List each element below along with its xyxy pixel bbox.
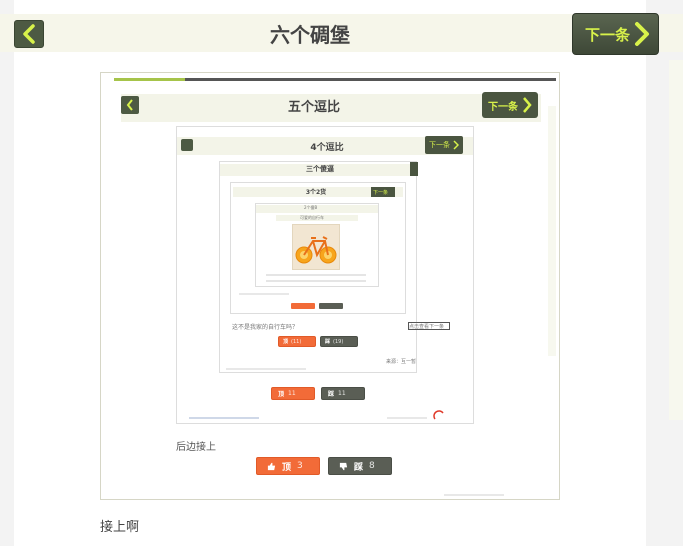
l3-back-button [181,139,193,151]
chevron-right-icon [523,97,532,113]
l5-text-line [239,293,289,295]
l5-next-button: 下一条 [371,187,395,197]
chevron-left-icon [126,99,133,111]
l3-pager [444,494,504,496]
l3-next-button: 下一条 [425,136,463,154]
nested-screenshot-level3: 4个逗比 下一条 三个傻逼 3个2货 下一条 2个傻B 可爱的自行车 这不是我家… [176,126,474,424]
loading-icon [433,410,444,420]
nested-back-button [121,96,139,114]
progress-fill [114,78,186,81]
l6-title: 2个傻B [304,205,318,210]
thumbs-up-icon [267,462,276,470]
nested-screenshot-level4: 三个傻逼 3个2货 下一条 2个傻B 可爱的自行车 这不是我家的自行车吗？ 点击… [219,161,450,373]
l5-caption: 这不是我家的自行车吗？ [232,324,299,331]
l3-vote-up-button: 顶 3 [256,457,320,475]
vote-down-count: (19) [333,338,344,345]
l4-vote-down-button: 踩 11 [321,387,365,400]
vote-down-label: 踩 [325,339,331,345]
orange-bicycle-icon [295,236,337,264]
l5-vote-down [319,303,343,309]
nested-title: 五个逗比 [287,100,340,115]
page-title: 六个碉堡 [270,23,350,47]
nested-next-button: 下一条 [482,92,538,118]
l5-title: 3个2货 [305,189,327,196]
l5-vote-up [291,303,315,309]
next-button[interactable]: 下一条 [572,13,659,55]
thumbs-down-icon [339,462,348,470]
l5-vote-up-button: 顶 (11) [278,336,316,347]
l3-next-label: 下一条 [429,141,450,149]
l4-link-line [189,417,259,419]
l3-title: 4个逗比 [310,143,344,153]
l4-vote-up-button: 顶 11 [271,387,315,400]
l4-next-button [410,162,418,176]
vote-down-label: 踩 [328,391,335,398]
bicycle-image [292,224,340,270]
l6-subtitle: 可爱的自行车 [300,215,324,220]
vote-down-label: 踩 [354,462,364,473]
vote-up-label: 顶 [282,462,292,473]
post-image[interactable]: 五个逗比 下一条 4个逗比 下一条 三个傻逼 3个2货 下一条 2个傻B 可爱的… [100,72,560,500]
post-text: 接上啊 [100,520,140,535]
l5-share-row [226,368,306,370]
l5-vote-down-button: 踩 (19) [320,336,358,347]
vote-down-count: 8 [369,461,375,471]
l5-side-next: 点击查看下一条 [408,322,450,330]
vote-up-count: 3 [297,461,303,471]
next-button-label: 下一条 [585,25,631,44]
chevron-right-icon [453,140,459,150]
nested-screenshot-level6: 2个傻B 可爱的自行车 [255,203,379,287]
vote-up-count: (11) [291,338,302,345]
vote-up-label: 顶 [283,339,289,345]
nested-screenshot-level5: 3个2货 下一条 2个傻B 可爱的自行车 [230,182,406,314]
l3-vote-down-button: 踩 8 [328,457,392,475]
chevron-right-icon [635,22,649,46]
l6-text-line [266,280,366,282]
vote-up-label: 顶 [278,391,285,398]
nested-right-strip [548,106,556,356]
recursive-screenshot: 五个逗比 下一条 4个逗比 下一条 三个傻逼 3个2货 下一条 2个傻B 可爱的… [104,76,556,496]
l4-title: 三个傻逼 [306,165,334,173]
nested-next-label: 下一条 [488,101,518,113]
back-button[interactable] [14,20,44,48]
chevron-left-icon [23,24,35,44]
right-sidebar-strip [669,60,683,420]
l3-caption: 后边接上 [176,442,216,453]
l5-source: 来源：互一暂 [386,359,417,365]
vote-down-count: 11 [338,390,346,397]
l6-text-line [266,274,366,276]
l4-meta-line [387,417,427,419]
vote-up-count: 11 [288,390,296,397]
